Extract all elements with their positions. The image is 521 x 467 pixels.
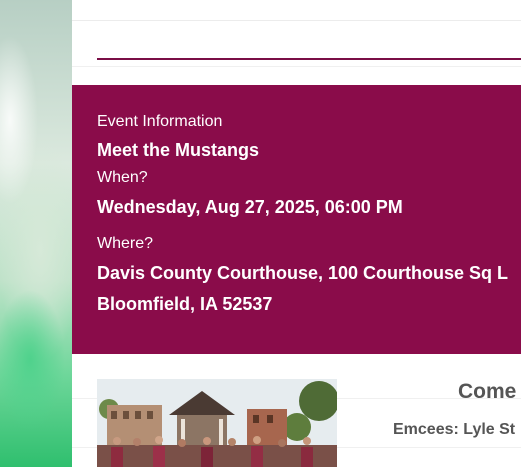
page-content: Event Information Meet the Mustangs When… bbox=[72, 0, 521, 467]
blurred-background bbox=[0, 0, 72, 467]
event-section-label: Event Information bbox=[97, 113, 223, 130]
event-photo[interactable] bbox=[97, 379, 337, 467]
event-information-panel: Event Information Meet the Mustangs When… bbox=[72, 85, 521, 354]
event-title: Meet the Mustangs bbox=[97, 140, 260, 160]
where-label: Where? bbox=[97, 235, 154, 252]
accent-divider bbox=[97, 58, 521, 60]
section-heading: Come bbox=[458, 380, 517, 403]
event-address-line1: Davis County Courthouse, 100 Courthouse … bbox=[97, 263, 509, 283]
emcees-text: Emcees: Lyle St bbox=[393, 421, 516, 438]
when-label: When? bbox=[97, 169, 148, 186]
event-address-line2: Bloomfield, IA 52537 bbox=[97, 294, 273, 314]
thin-divider bbox=[72, 66, 521, 67]
top-divider bbox=[72, 20, 521, 21]
event-date-time: Wednesday, Aug 27, 2025, 06:00 PM bbox=[97, 197, 403, 217]
